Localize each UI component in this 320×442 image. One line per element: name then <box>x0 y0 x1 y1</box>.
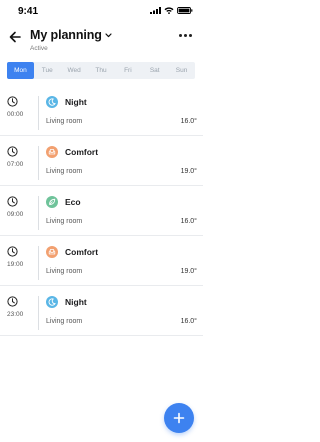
day-tab-sun[interactable]: Sun <box>168 62 195 79</box>
sofa-icon <box>46 246 58 258</box>
moon-icon <box>46 96 58 108</box>
timeline-divider <box>38 96 39 130</box>
mode-name: Night <box>65 97 87 107</box>
schedule-time: 00:00 <box>7 111 24 118</box>
back-button[interactable] <box>7 29 23 45</box>
timeline-divider <box>38 296 39 330</box>
chevron-down-icon <box>105 32 112 37</box>
more-dot <box>184 33 187 37</box>
schedule-row[interactable]: 19:00 Comfort Living room 19.0° <box>0 236 203 286</box>
header: My planning Active <box>0 24 203 58</box>
timeline-divider <box>38 146 39 180</box>
schedule-row[interactable]: 00:00 Night Living room 16.0° <box>0 86 203 136</box>
schedule-row[interactable]: 23:00 Night Living room 16.0° <box>0 286 203 336</box>
sofa-icon <box>46 146 58 158</box>
wifi-icon <box>164 7 174 14</box>
mode-name: Eco <box>65 197 81 207</box>
day-tab-mon[interactable]: Mon <box>7 62 34 79</box>
day-tab-fri[interactable]: Fri <box>114 62 141 79</box>
add-button[interactable] <box>164 403 194 433</box>
temperature: 16.0° <box>180 218 197 225</box>
mode-name: Comfort <box>65 147 99 157</box>
room-name: Living room <box>46 268 83 275</box>
schedule-row[interactable]: 07:00 Comfort Living room 19.0° <box>0 136 203 186</box>
schedule-time: 09:00 <box>7 211 24 218</box>
day-selector: Mon Tue Wed Thu Fri Sat Sun <box>7 62 195 79</box>
moon-icon <box>46 296 58 308</box>
schedule-time: 07:00 <box>7 161 24 168</box>
more-dot <box>189 33 192 37</box>
clock-icon <box>7 96 18 107</box>
room-name: Living room <box>46 118 83 125</box>
day-tab-thu[interactable]: Thu <box>88 62 115 79</box>
mode-name: Comfort <box>65 247 99 257</box>
room-name: Living room <box>46 168 83 175</box>
more-dot <box>179 33 182 37</box>
day-tab-wed[interactable]: Wed <box>61 62 88 79</box>
page-title: My planning <box>30 28 102 42</box>
schedule-time: 19:00 <box>7 261 24 268</box>
status-icons <box>150 7 193 14</box>
clock-icon <box>7 146 18 157</box>
status-time: 9:41 <box>18 6 39 17</box>
room-name: Living room <box>46 218 83 225</box>
leaf-icon <box>46 196 58 208</box>
temperature: 16.0° <box>180 118 197 125</box>
more-button[interactable] <box>179 32 193 38</box>
plus-icon <box>173 412 185 424</box>
day-tab-tue[interactable]: Tue <box>34 62 61 79</box>
planning-status: Active <box>30 45 48 52</box>
clock-icon <box>7 246 18 257</box>
day-tab-sat[interactable]: Sat <box>141 62 168 79</box>
room-name: Living room <box>46 318 83 325</box>
mode-name: Night <box>65 297 87 307</box>
planning-selector[interactable]: My planning <box>30 28 112 42</box>
clock-icon <box>7 296 18 307</box>
timeline-divider <box>38 246 39 280</box>
temperature: 16.0° <box>180 318 197 325</box>
clock-icon <box>7 196 18 207</box>
arrow-left-icon <box>9 31 21 43</box>
signal-icon <box>150 7 161 14</box>
schedule-time: 23:00 <box>7 311 24 318</box>
battery-icon <box>177 7 193 14</box>
timeline-divider <box>38 196 39 230</box>
schedule-row[interactable]: 09:00 Eco Living room 16.0° <box>0 186 203 236</box>
temperature: 19.0° <box>180 168 197 175</box>
temperature: 19.0° <box>180 268 197 275</box>
status-bar: 9:41 <box>0 0 203 24</box>
